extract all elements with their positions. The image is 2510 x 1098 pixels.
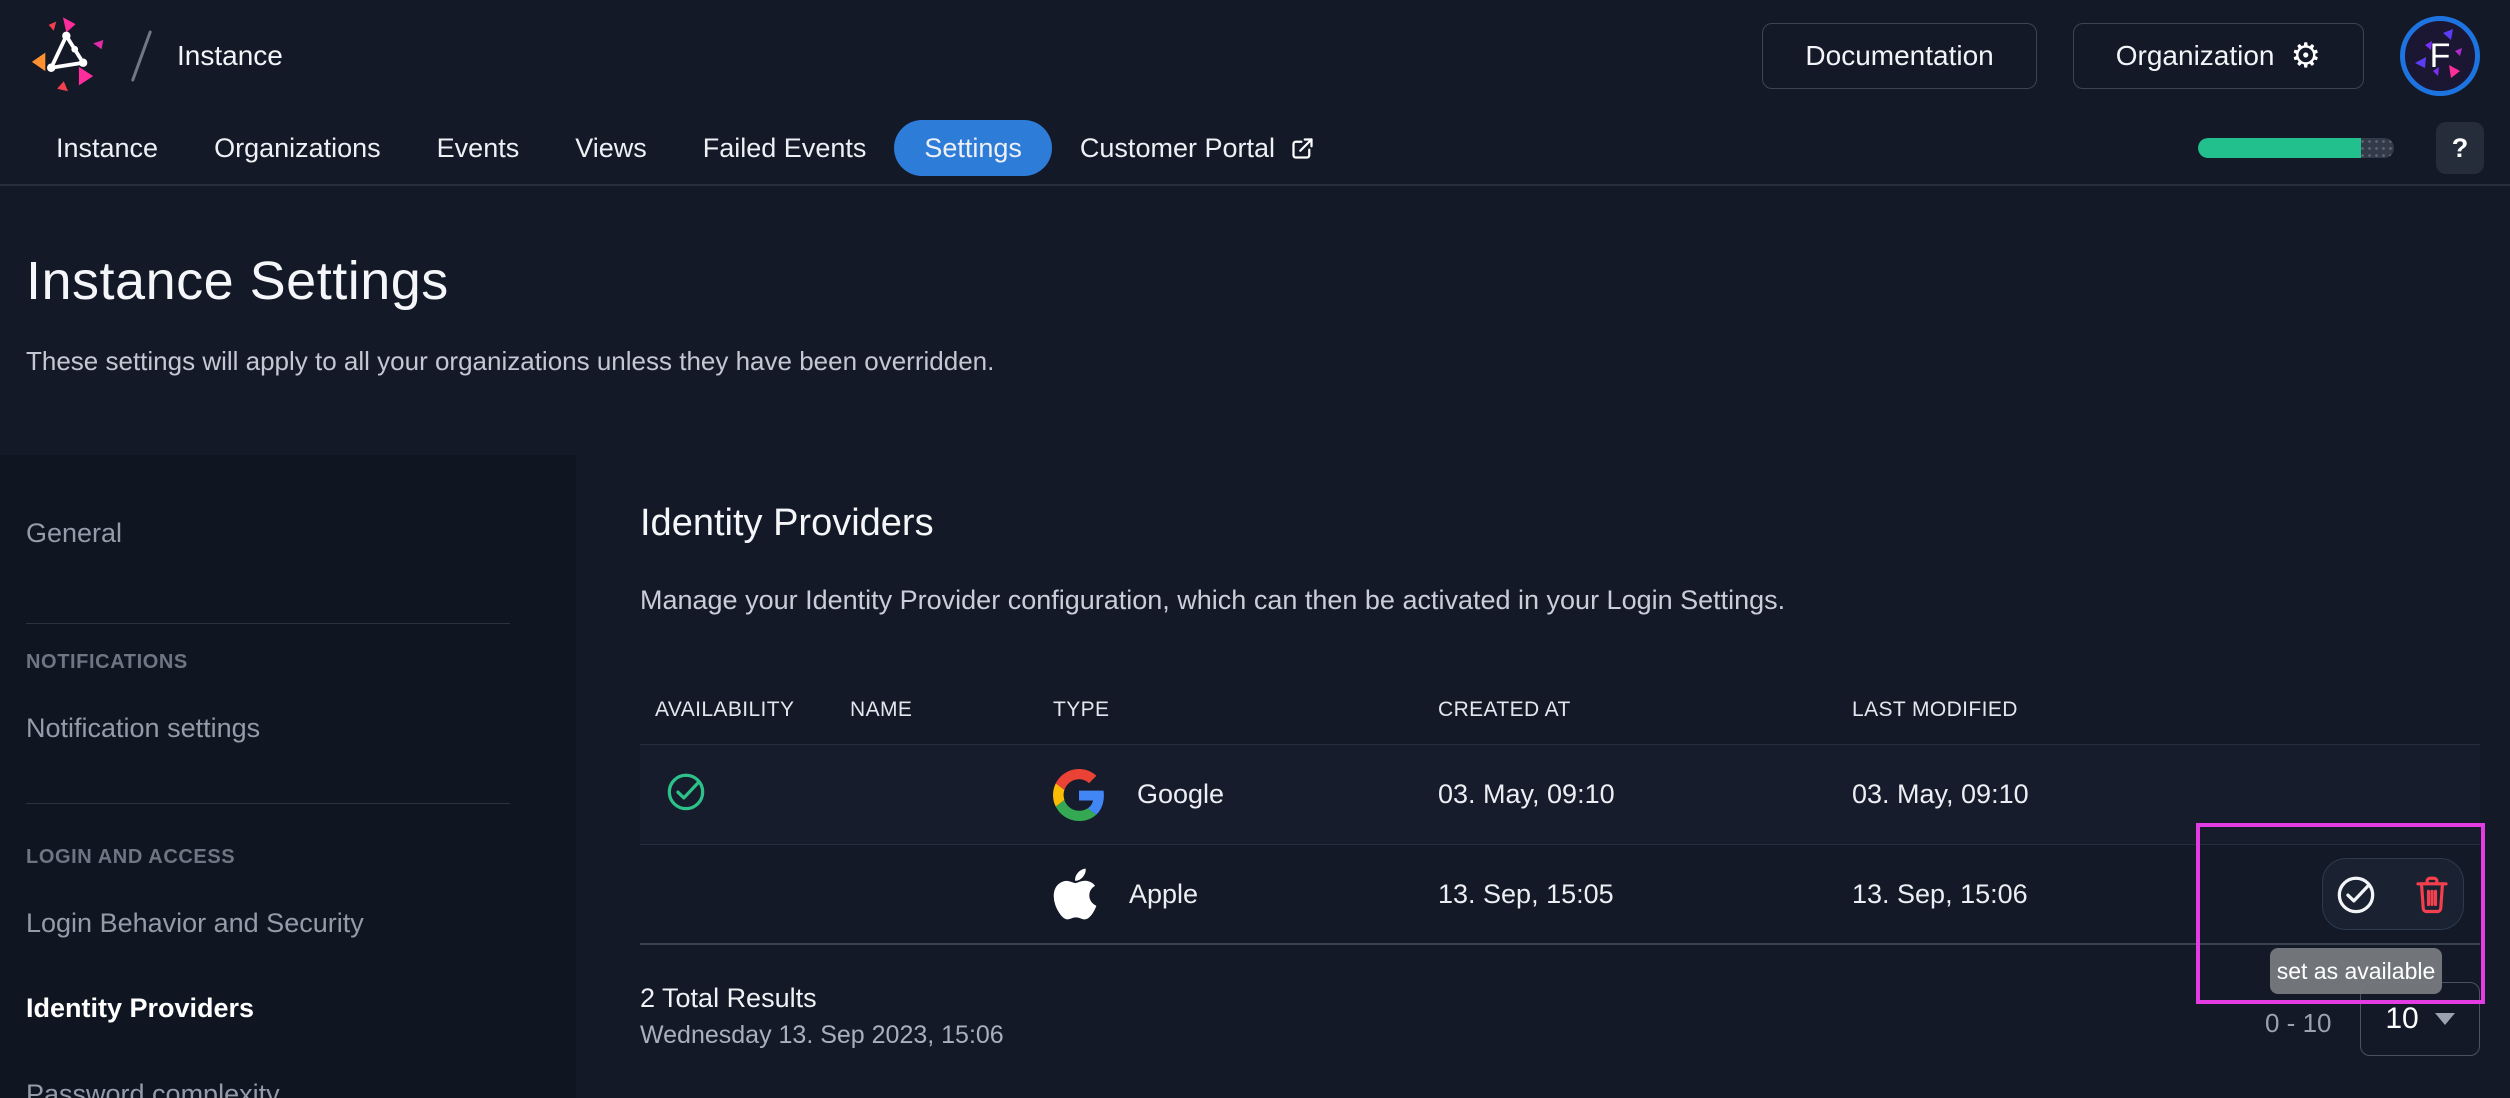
zitadel-logo[interactable] [26,14,110,98]
available-check-icon [667,773,705,811]
external-link-icon [1292,137,1313,159]
created-at: 13. Sep, 15:05 [1438,878,1614,909]
header-actions: Documentation Organization ⚙ F [1762,16,2480,96]
tab-settings[interactable]: Settings [894,120,1052,176]
avatar-initial: F [2429,36,2451,75]
table-header-row: AVAILABILITY NAME TYPE CREATED AT LAST M… [640,675,2480,745]
tab-events[interactable]: Events [409,133,548,164]
nav-right: ? [2198,122,2484,174]
title-section: Instance Settings These settings will ap… [0,186,2510,455]
idp-type-label: Google [1137,779,1225,809]
help-button[interactable]: ? [2436,122,2484,174]
sidebar-item-login-behavior[interactable]: Login Behavior and Security [26,907,576,939]
tooltip-set-as-available: set as available [2270,948,2442,994]
avatar[interactable]: F [2400,16,2480,96]
documentation-button[interactable]: Documentation [1762,23,2037,89]
app-window: Instance Documentation Organization ⚙ F [0,0,2510,1098]
table-row-google[interactable]: Google 03. May, 09:10 03. May, 09:10 [640,745,2480,845]
tab-instance[interactable]: Instance [28,133,186,164]
content: General NOTIFICATIONS Notification setti… [0,455,2510,1098]
delete-button[interactable] [2411,873,2453,915]
section-heading: Identity Providers [640,502,934,544]
apple-icon [1053,868,1097,920]
section-description: Manage your Identity Provider configurat… [640,585,1786,615]
created-at: 03. May, 09:10 [1438,779,1615,809]
set-available-button[interactable] [2333,871,2379,917]
idp-table: AVAILABILITY NAME TYPE CREATED AT LAST M… [640,675,2480,945]
sidebar-section-login-and-access: LOGIN AND ACCESS [26,846,236,868]
page-subtitle: These settings will apply to all your or… [26,346,995,376]
idp-type-label: Apple [1129,878,1199,909]
tab-customer-portal[interactable]: Customer Portal [1052,133,1344,164]
tab-failed-events[interactable]: Failed Events [675,133,895,164]
table-row-apple[interactable]: Apple 13. Sep, 15:05 13. Sep, 15:06 [640,845,2480,945]
sidebar-item-general[interactable]: General [26,517,576,549]
pagination-range: 0 - 10 [2265,1008,2332,1038]
table-footer: 2 Total Results Wednesday 13. Sep 2023, … [640,983,2480,1050]
tab-views[interactable]: Views [547,133,675,164]
total-results: 2 Total Results [640,983,817,1013]
settings-sidebar: General NOTIFICATIONS Notification setti… [0,455,576,1098]
main-panel: Identity Providers Manage your Identity … [576,455,2510,1098]
quota-progress-bar [2198,138,2394,158]
sidebar-section-notifications: NOTIFICATIONS [26,651,188,673]
tab-organizations[interactable]: Organizations [186,133,409,164]
page-title: Instance Settings [26,251,449,311]
google-icon [1053,768,1104,821]
chevron-down-icon [2434,1013,2455,1025]
trash-icon [2416,876,2448,914]
sidebar-divider [26,623,510,624]
check-circle-icon [2337,876,2375,914]
organization-button[interactable]: Organization ⚙ [2072,23,2364,89]
quota-progress-fill [2198,138,2361,158]
last-modified: 03. May, 09:10 [1852,779,2029,809]
breadcrumb-slash [130,30,153,82]
sidebar-item-identity-providers[interactable]: Identity Providers [26,992,576,1024]
gear-icon: ⚙ [2290,37,2321,75]
sidebar-item-notification-settings[interactable]: Notification settings [26,712,576,744]
nav-tabs: Instance Organizations Events Views Fail… [0,112,2510,186]
row-actions [2322,858,2464,930]
header: Instance Documentation Organization ⚙ F [0,0,2510,112]
footer-timestamp: Wednesday 13. Sep 2023, 15:06 [640,1021,1004,1049]
sidebar-item-password-complexity[interactable]: Password complexity [26,1078,576,1098]
breadcrumb: Instance [177,40,283,71]
sidebar-divider [26,803,510,804]
